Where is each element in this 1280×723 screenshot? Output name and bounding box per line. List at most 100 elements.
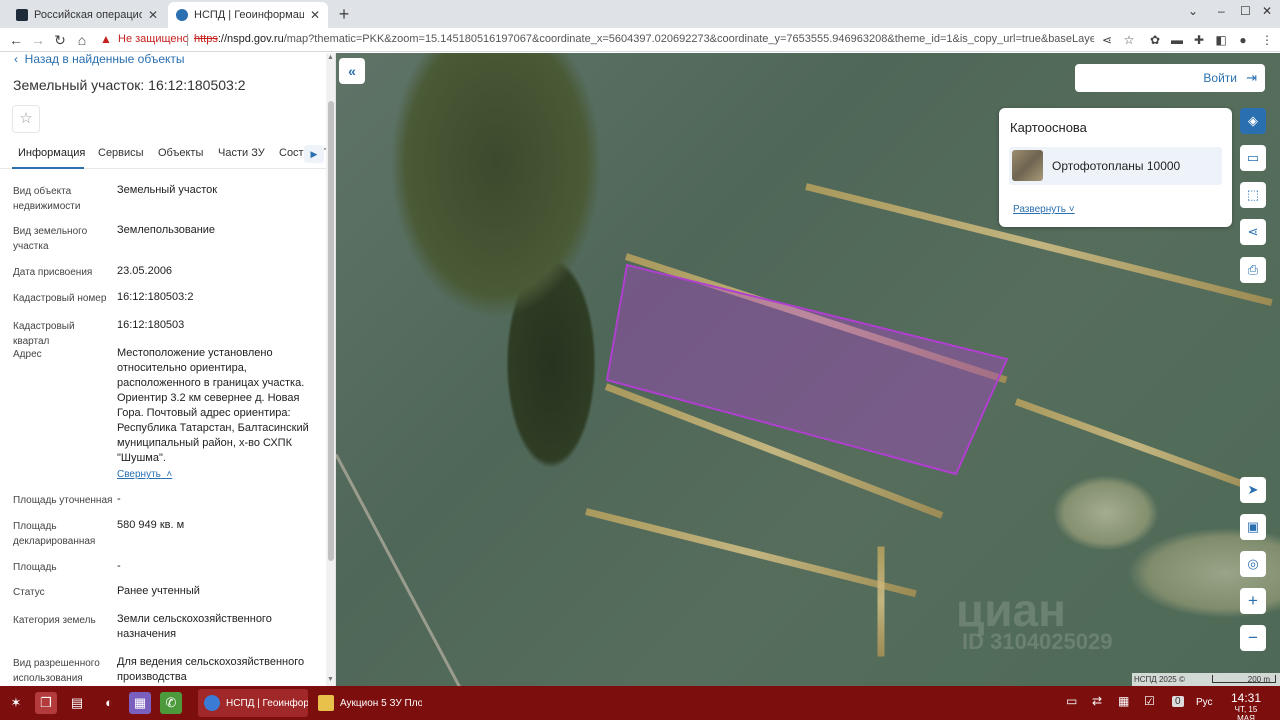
- back-to-results-link[interactable]: ‹ Назад в найденные объекты: [14, 53, 185, 66]
- scroll-up-icon[interactable]: ▲: [327, 54, 334, 61]
- extension-icon[interactable]: ▬: [1168, 31, 1186, 49]
- zoom-in-button[interactable]: +: [1240, 588, 1266, 614]
- browser-tab-astra[interactable]: Российская операционная ✕: [8, 2, 166, 28]
- collapse-label: Свернуть: [117, 469, 161, 480]
- share-icon[interactable]: ⋖: [1098, 31, 1116, 49]
- scroll-down-icon[interactable]: ▼: [327, 676, 334, 683]
- back-icon[interactable]: ←: [6, 30, 26, 50]
- bookmark-star-icon[interactable]: ☆: [1120, 31, 1138, 49]
- tabs-scroll-right-icon[interactable]: ▶: [304, 145, 324, 163]
- tab-title: НСПД | Геоинформационн: [194, 9, 304, 21]
- field-label: Категория земель: [13, 615, 96, 626]
- security-warning[interactable]: Не защищено: [118, 33, 189, 45]
- profile-icon[interactable]: ●: [1234, 31, 1252, 49]
- scrollbar-thumb[interactable]: [328, 101, 334, 561]
- maximize-icon[interactable]: ☐: [1240, 4, 1251, 18]
- chevron-up-icon: ˄: [166, 469, 173, 480]
- share-icon[interactable]: ⋖: [1240, 219, 1266, 245]
- parcel-polygon[interactable]: [605, 263, 1009, 476]
- usb-icon[interactable]: ⇄: [1092, 694, 1102, 708]
- field-value: Для ведения сельскохозяйственного произв…: [117, 656, 305, 683]
- info-tabs: Информация Сервисы Объекты Части ЗУ Сост…: [0, 143, 328, 169]
- task-browser[interactable]: НСПД | Геоинфор...: [198, 689, 308, 717]
- field-value: 23.05.2006: [117, 265, 173, 277]
- reload-icon[interactable]: ↻: [50, 30, 70, 50]
- basemap-option[interactable]: Ортофотопланы 10000: [1009, 147, 1222, 185]
- field-value: 16:12:180503: [117, 319, 185, 331]
- sidebar-icon[interactable]: ◧: [1212, 31, 1230, 49]
- app-icon[interactable]: ◐: [98, 692, 120, 714]
- field-label: Площадь декларированная: [13, 521, 96, 547]
- field-label: Кадастровый квартал: [13, 321, 75, 347]
- map-view[interactable]: циан ID 3104025029 « Войти ⇥ Картооснова…: [336, 53, 1280, 686]
- chromium-icon: [204, 695, 220, 711]
- panel-scrollbar[interactable]: ▲ ▼: [326, 53, 335, 686]
- windows-icon[interactable]: ❐: [35, 692, 57, 714]
- zoom-out-button[interactable]: −: [1240, 625, 1266, 651]
- field-label: Площадь уточненная: [13, 495, 113, 506]
- back-link-label: Назад в найденные объекты: [24, 53, 185, 66]
- minimize-icon[interactable]: –: [1218, 4, 1225, 18]
- tab-objects[interactable]: Объекты: [158, 147, 203, 159]
- task-label: НСПД | Геоинфор...: [226, 697, 308, 709]
- field-value: Земли сельскохозяйственного назначения: [117, 613, 272, 640]
- minimap-icon[interactable]: ▣: [1240, 514, 1266, 540]
- close-tab-icon[interactable]: ✕: [310, 8, 320, 22]
- attribution-text: НСПД 2025 ©: [1134, 675, 1185, 684]
- forward-icon[interactable]: →: [28, 30, 48, 50]
- new-tab-button[interactable]: +: [334, 4, 354, 25]
- browser-tab-nspd[interactable]: НСПД | Геоинформационн ✕: [168, 2, 328, 28]
- active-tab-indicator: [12, 167, 84, 169]
- file-manager-icon[interactable]: ▤: [66, 692, 88, 714]
- login-button[interactable]: Войти ⇥: [1075, 64, 1265, 92]
- field-label: Кадастровый номер: [13, 293, 107, 304]
- close-window-icon[interactable]: ✕: [1262, 4, 1272, 18]
- collapse-panel-button[interactable]: «: [339, 58, 365, 84]
- favorite-star-button[interactable]: ☆: [12, 105, 40, 133]
- ruler-icon[interactable]: ▭: [1240, 145, 1266, 171]
- expand-link[interactable]: Развернуть ˅: [1013, 204, 1075, 215]
- home-icon[interactable]: ⌂: [72, 30, 92, 50]
- tab-list-chevron-icon[interactable]: ⌄: [1188, 4, 1198, 18]
- field-value: 16:12:180503:2: [117, 291, 194, 303]
- clock-date: ЧТ, 15 МАЯ: [1234, 705, 1258, 723]
- navigate-icon[interactable]: ➤: [1240, 477, 1266, 503]
- task-label: Аукцион 5 ЗУ Пло...: [340, 697, 422, 709]
- object-info-panel: ‹ Назад в найденные объекты Земельный уч…: [0, 53, 336, 686]
- messenger-icon[interactable]: ✆: [160, 692, 182, 714]
- print-icon[interactable]: ⎙: [1240, 257, 1266, 283]
- menu-icon[interactable]: ⋮: [1258, 31, 1276, 49]
- select-area-icon[interactable]: ⬚: [1240, 182, 1266, 208]
- notification-badge[interactable]: 0: [1172, 696, 1184, 707]
- basemap-option-label: Ортофотопланы 10000: [1052, 159, 1181, 173]
- login-label: Войти: [1203, 71, 1237, 85]
- url-field[interactable]: https://nspd.gov.ru/map?thematic=PKK&zoo…: [194, 33, 1094, 45]
- collapse-link[interactable]: Свернуть ˄: [117, 469, 172, 480]
- tab-information[interactable]: Информация: [18, 147, 85, 159]
- layers-icon[interactable]: ◈: [1240, 108, 1266, 134]
- language-indicator[interactable]: Рус: [1196, 697, 1213, 708]
- tab-services[interactable]: Сервисы: [98, 147, 144, 159]
- taskbar: ✶ ❐ ▤ ◐ ▦ ✆ НСПД | Геоинфор... Аукцион 5…: [0, 686, 1280, 723]
- warning-icon: ▲: [100, 32, 112, 46]
- watermark-id: ID 3104025029: [962, 629, 1113, 654]
- field-label: Адрес: [13, 349, 42, 360]
- extension-icon[interactable]: ✿: [1146, 31, 1164, 49]
- check-icon[interactable]: ☑: [1144, 694, 1155, 708]
- tab-title: Российская операционная: [34, 9, 142, 21]
- puzzle-icon[interactable]: ✚: [1190, 31, 1208, 49]
- clock[interactable]: 14:31 ЧТ, 15 МАЯ: [1226, 691, 1266, 723]
- basemap-popup: Картооснова Ортофотопланы 10000 Разверну…: [999, 108, 1232, 227]
- location-icon[interactable]: ◎: [1240, 551, 1266, 577]
- field-label: Вид земельного участка: [13, 226, 88, 252]
- network-icon[interactable]: ▭: [1066, 694, 1077, 708]
- app-store-icon[interactable]: ▦: [129, 692, 151, 714]
- start-menu-icon[interactable]: ✶: [5, 692, 27, 714]
- field-label: Вид объекта недвижимости: [13, 186, 81, 212]
- apps-grid-icon[interactable]: ▦: [1118, 694, 1129, 708]
- browser-tab-bar: Российская операционная ✕ НСПД | Геоинфо…: [0, 0, 1280, 28]
- scale-label: 200 m: [1247, 675, 1270, 684]
- tab-parts[interactable]: Части ЗУ: [218, 147, 265, 159]
- task-folder[interactable]: Аукцион 5 ЗУ Пло...: [312, 689, 422, 717]
- close-tab-icon[interactable]: ✕: [148, 8, 158, 22]
